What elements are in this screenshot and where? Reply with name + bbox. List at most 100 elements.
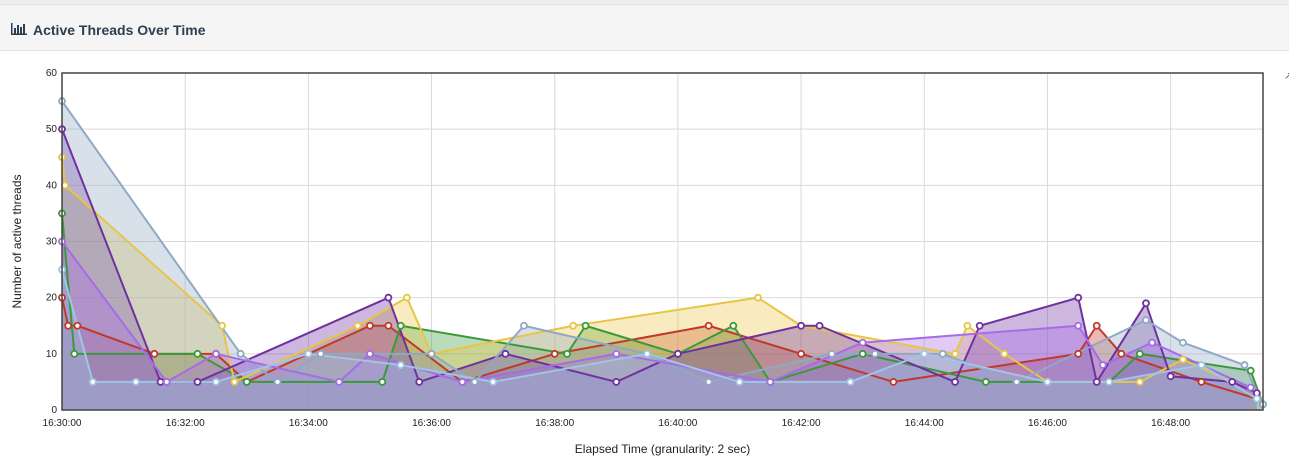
x-tick-label: 16:34:00 [289, 418, 328, 429]
data-point[interactable] [470, 378, 479, 386]
data-point[interactable] [704, 378, 713, 386]
data-point[interactable] [1135, 349, 1144, 358]
data-point[interactable] [827, 349, 836, 358]
data-point[interactable] [1142, 316, 1150, 325]
data-point[interactable] [273, 378, 282, 386]
data-point[interactable] [1105, 378, 1113, 386]
x-tick-label: 16:32:00 [166, 418, 205, 429]
data-point[interactable] [981, 378, 990, 386]
data-point[interactable] [729, 321, 738, 330]
data-point[interactable] [1142, 299, 1150, 308]
data-point[interactable] [1197, 378, 1206, 386]
data-point[interactable] [612, 378, 621, 386]
x-tick-label: 16:38:00 [535, 418, 574, 429]
data-point[interactable] [581, 321, 590, 330]
data-point[interactable] [162, 378, 171, 386]
data-point[interactable] [396, 321, 405, 330]
data-point[interactable] [569, 321, 578, 330]
data-point[interactable] [951, 378, 959, 386]
data-point[interactable] [889, 378, 898, 386]
data-point[interactable] [643, 349, 652, 358]
data-point[interactable] [236, 349, 245, 358]
active-threads-chart: 0102030405060 16:30:00 16:32:00 16:34:00 16… [10, 68, 1267, 456]
data-point[interactable] [938, 349, 947, 358]
data-point[interactable] [88, 378, 97, 386]
data-point[interactable] [704, 321, 713, 330]
data-point[interactable] [458, 378, 467, 386]
data-point[interactable] [871, 349, 879, 358]
data-point[interactable] [73, 321, 82, 330]
data-point[interactable] [520, 321, 528, 330]
data-point[interactable] [304, 349, 313, 358]
data-point[interactable] [1135, 378, 1144, 386]
data-point[interactable] [384, 321, 393, 330]
data-point[interactable] [735, 378, 744, 386]
data-point[interactable] [70, 349, 79, 358]
data-point[interactable] [366, 349, 374, 358]
data-point[interactable] [501, 349, 510, 358]
data-point[interactable] [673, 349, 682, 358]
data-point[interactable] [353, 321, 362, 330]
data-point[interactable] [384, 293, 393, 302]
resize-handle-icon[interactable]: ↗ [1284, 71, 1289, 82]
data-point[interactable] [335, 378, 344, 386]
data-point[interactable] [396, 361, 405, 369]
data-point[interactable] [846, 378, 855, 386]
data-point[interactable] [212, 378, 220, 386]
data-point[interactable] [1240, 361, 1249, 369]
data-point[interactable] [64, 321, 73, 330]
data-point[interactable] [156, 378, 165, 386]
data-point[interactable] [1166, 372, 1175, 381]
data-point[interactable] [230, 378, 239, 386]
data-point[interactable] [212, 349, 220, 358]
data-point[interactable] [150, 349, 159, 358]
data-point[interactable] [858, 338, 867, 347]
data-point[interactable] [1043, 378, 1052, 386]
data-point[interactable] [1092, 321, 1101, 330]
data-point[interactable] [797, 349, 805, 358]
data-point[interactable] [378, 378, 387, 386]
data-point[interactable] [1228, 378, 1237, 386]
data-point[interactable] [951, 349, 959, 358]
data-point[interactable] [815, 321, 824, 330]
data-point[interactable] [766, 378, 775, 386]
data-point[interactable] [858, 349, 867, 358]
data-point[interactable] [612, 349, 621, 358]
data-point[interactable] [1252, 394, 1261, 403]
data-point[interactable] [415, 378, 424, 386]
data-point[interactable] [242, 378, 251, 386]
data-point[interactable] [1179, 355, 1187, 364]
data-point[interactable] [1012, 378, 1021, 386]
data-point[interactable] [1179, 338, 1187, 347]
data-point[interactable] [1000, 349, 1009, 358]
data-point[interactable] [403, 293, 411, 302]
data-point[interactable] [797, 321, 805, 330]
data-point[interactable] [316, 349, 325, 358]
data-point[interactable] [193, 378, 202, 386]
data-point[interactable] [1092, 378, 1101, 386]
data-point[interactable] [1117, 349, 1126, 358]
data-point[interactable] [489, 378, 498, 386]
data-point[interactable] [975, 321, 984, 330]
y-tick-label: 30 [46, 237, 58, 248]
data-point[interactable] [1148, 338, 1157, 347]
data-point[interactable] [132, 378, 140, 386]
data-point[interactable] [61, 181, 69, 190]
data-point[interactable] [1074, 321, 1083, 330]
data-point[interactable] [1074, 293, 1083, 302]
data-point[interactable] [366, 321, 374, 330]
y-axis-label: Number of active threads [10, 174, 24, 308]
data-point[interactable] [1074, 349, 1083, 358]
data-point[interactable] [550, 349, 559, 358]
data-point[interactable] [218, 321, 227, 330]
data-point[interactable] [1246, 383, 1255, 392]
data-point[interactable] [563, 349, 571, 358]
data-point[interactable] [920, 349, 929, 358]
data-point[interactable] [1197, 361, 1206, 369]
data-point[interactable] [754, 293, 762, 302]
data-point[interactable] [1098, 361, 1107, 369]
data-point[interactable] [193, 349, 202, 358]
data-point[interactable] [1246, 366, 1255, 375]
data-point[interactable] [427, 349, 436, 358]
data-point[interactable] [963, 321, 972, 330]
